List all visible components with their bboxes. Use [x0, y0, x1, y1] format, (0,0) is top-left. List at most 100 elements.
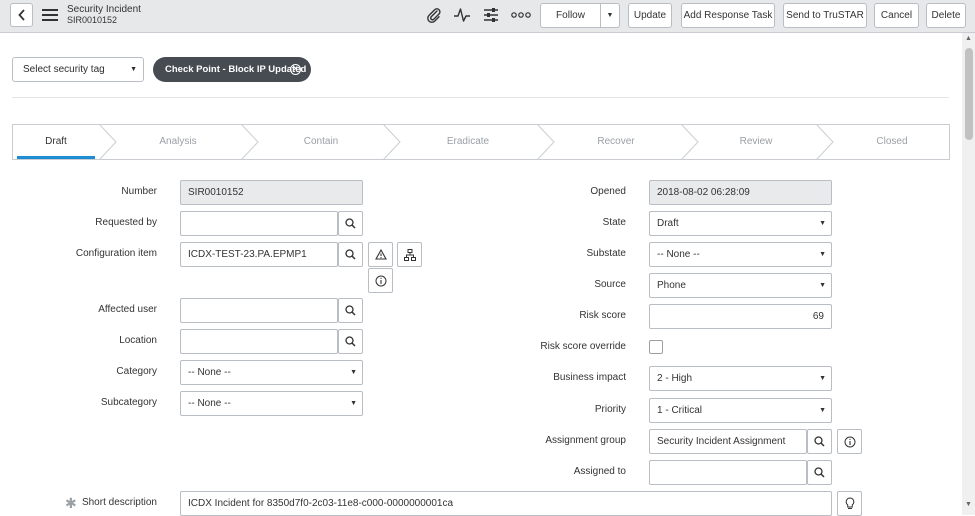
opened-field: 2018-08-02 06:28:09: [649, 180, 832, 205]
priority-label: Priority: [594, 404, 626, 415]
risk-score-override-checkbox[interactable]: [649, 340, 663, 354]
search-icon: [814, 467, 825, 478]
opened-label: Opened: [590, 186, 626, 197]
follow-dropdown-button[interactable]: ▼: [600, 3, 620, 28]
stage-separator: [241, 125, 259, 159]
assignment-group-label: Assignment group: [545, 435, 626, 446]
send-to-trustar-button[interactable]: Send to TruSTAR: [783, 3, 867, 28]
substate-label: Substate: [586, 248, 626, 259]
requested-by-lookup-button[interactable]: [338, 211, 363, 236]
caret-down-icon: ▼: [350, 400, 357, 407]
assigned-to-lookup-button[interactable]: [807, 460, 832, 485]
caret-down-icon: ▼: [606, 12, 614, 19]
cancel-button[interactable]: Cancel: [874, 3, 919, 28]
scrollbar-thumb[interactable]: [965, 48, 973, 140]
stage-recover: Recover: [597, 136, 635, 147]
source-select[interactable]: Phone ▼: [649, 273, 832, 298]
scroll-up-icon[interactable]: ▲: [965, 35, 972, 42]
chevron-left-icon: [17, 9, 25, 21]
settings-sliders-icon[interactable]: [482, 7, 500, 23]
number-label: Number: [121, 186, 157, 197]
location-field[interactable]: [180, 329, 338, 354]
stage-separator: [816, 125, 834, 159]
caret-down-icon: ▼: [819, 251, 826, 258]
business-service-map-button[interactable]: [368, 242, 393, 267]
suggestion-button[interactable]: [837, 491, 862, 516]
configuration-item-field[interactable]: ICDX-TEST-23.PA.EPMP1: [180, 242, 338, 267]
form-header: Security Incident SIR0010152 Follow ▼ Up…: [0, 0, 975, 33]
affected-user-lookup-button[interactable]: [338, 298, 363, 323]
location-lookup-button[interactable]: [338, 329, 363, 354]
number-field: SIR0010152: [180, 180, 363, 205]
risk-score-override-label: Risk score override: [540, 341, 626, 352]
security-tag-select-label: Select security tag: [23, 64, 105, 75]
state-value: Draft: [657, 218, 679, 229]
stage-closed: Closed: [876, 136, 908, 147]
state-label: State: [602, 217, 626, 228]
paperclip-icon[interactable]: [425, 7, 443, 23]
stage-separator: [99, 125, 117, 159]
business-impact-label: Business impact: [553, 372, 626, 383]
stage-draft: Draft: [13, 125, 99, 159]
more-icon[interactable]: [511, 7, 531, 23]
search-icon: [345, 336, 356, 347]
process-flow: Draft Analysis Contain Eradicate Recover…: [12, 124, 950, 160]
requested-by-field[interactable]: [180, 211, 338, 236]
configuration-item-label: Configuration item: [75, 248, 157, 259]
stage-eradicate: Eradicate: [446, 136, 490, 147]
back-button[interactable]: [10, 3, 33, 27]
assignment-group-lookup-button[interactable]: [807, 429, 832, 454]
short-description-field[interactable]: ICDX Incident for 8350d7f0-2c03-11e8-c00…: [180, 491, 832, 516]
divider: [12, 97, 949, 98]
search-icon: [345, 305, 356, 316]
vertical-scrollbar[interactable]: ▲ ▼: [962, 33, 975, 515]
requested-by-label: Requested by: [95, 217, 157, 228]
delete-button[interactable]: Delete: [926, 3, 966, 28]
record-number: SIR0010152: [67, 15, 118, 25]
stage-separator: [537, 125, 555, 159]
subcategory-value: -- None --: [188, 398, 231, 409]
scroll-down-icon[interactable]: ▼: [965, 501, 972, 508]
update-button[interactable]: Update: [628, 3, 672, 28]
affected-user-label: Affected user: [98, 304, 157, 315]
assignment-group-preview-button[interactable]: [837, 429, 862, 454]
warning-icon: [374, 249, 387, 260]
business-impact-value: 2 - High: [657, 373, 693, 384]
stage-contain: Contain: [303, 136, 339, 147]
activity-icon[interactable]: [453, 7, 471, 23]
dependency-view-button[interactable]: [397, 242, 422, 267]
stage-analysis: Analysis: [159, 136, 197, 147]
security-tag-label: Check Point - Block IP Updated: [165, 64, 307, 75]
stage-separator: [383, 125, 401, 159]
category-label: Category: [116, 366, 157, 377]
assigned-to-field[interactable]: [649, 460, 807, 485]
subcategory-label: Subcategory: [100, 397, 157, 408]
assignment-group-field[interactable]: Security Incident Assignment: [649, 429, 807, 454]
security-tag: Check Point - Block IP Updated ×: [153, 57, 311, 82]
hamburger-menu-icon[interactable]: [42, 9, 58, 21]
risk-score-field[interactable]: 69: [649, 304, 832, 329]
info-icon: [844, 436, 855, 447]
preview-record-button[interactable]: [368, 268, 393, 293]
stage-separator: [681, 125, 699, 159]
source-label: Source: [594, 279, 626, 290]
caret-down-icon: ▼: [130, 66, 137, 73]
affected-user-field[interactable]: [180, 298, 338, 323]
short-description-label: Short description: [81, 497, 157, 508]
search-icon: [345, 218, 356, 229]
category-value: -- None --: [188, 367, 231, 378]
category-select[interactable]: -- None -- ▼: [180, 360, 363, 385]
remove-tag-icon[interactable]: ×: [290, 64, 301, 75]
configuration-item-lookup-button[interactable]: [338, 242, 363, 267]
subcategory-select[interactable]: -- None -- ▼: [180, 391, 363, 416]
caret-down-icon: ▼: [819, 407, 826, 414]
add-response-task-button[interactable]: Add Response Task: [681, 3, 775, 28]
hierarchy-icon: [403, 248, 416, 261]
follow-button[interactable]: Follow: [540, 3, 601, 28]
substate-select[interactable]: -- None -- ▼: [649, 242, 832, 267]
state-select[interactable]: Draft ▼: [649, 211, 832, 236]
assigned-to-label: Assigned to: [573, 466, 626, 477]
business-impact-select[interactable]: 2 - High ▼: [649, 366, 832, 391]
priority-select[interactable]: 1 - Critical ▼: [649, 398, 832, 423]
security-tag-select[interactable]: Select security tag ▼: [12, 57, 144, 82]
